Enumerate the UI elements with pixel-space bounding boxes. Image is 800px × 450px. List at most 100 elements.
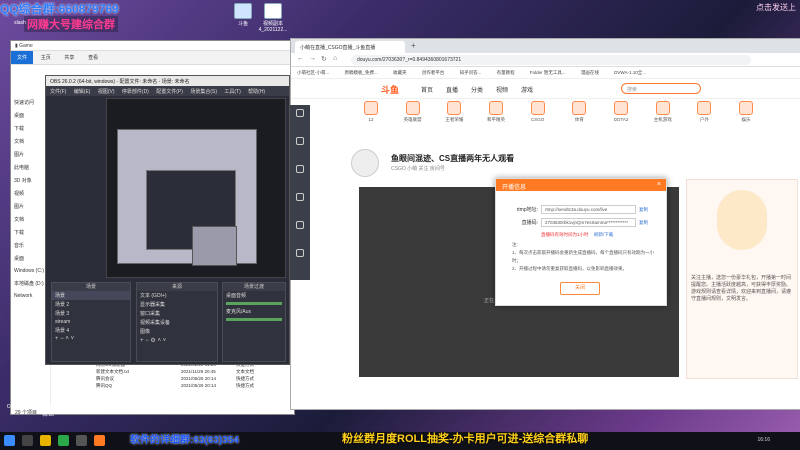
side-item[interactable] (290, 245, 310, 273)
volume-meter[interactable] (226, 318, 282, 321)
desktop-icon-slash[interactable]: slash (2, 20, 38, 26)
scene-item[interactable]: stream (52, 318, 130, 326)
new-tab-icon[interactable]: + (411, 41, 416, 50)
menu-item-edit[interactable]: 编辑(E) (74, 89, 91, 95)
bookmark-item[interactable]: 漫画在线 (581, 70, 599, 75)
start-icon[interactable] (4, 435, 15, 446)
add-icon[interactable]: + (55, 336, 59, 342)
add-icon[interactable]: + (140, 338, 144, 344)
scene-item[interactable]: 场景 3 (52, 309, 130, 318)
scene-item[interactable]: 场景 2 (52, 300, 130, 309)
ribbon-tab-home[interactable]: 主页 (35, 51, 57, 64)
bookmark-item[interactable]: 有量教程 (497, 70, 515, 75)
folder-icon[interactable] (40, 435, 51, 446)
avatar[interactable] (351, 149, 379, 177)
nav-video[interactable]: 视频 (496, 85, 508, 94)
key-row: 直播码: 2703630rbk1vjnQm7esSamma***********… (500, 218, 648, 227)
browser-tab[interactable]: 小萌在直播_CSGO直播_斗鱼直播 (295, 41, 405, 53)
source-item[interactable]: 视频采集设备 (137, 318, 217, 327)
category-item[interactable]: 户外 (684, 99, 724, 123)
clock[interactable]: 16:16 (757, 437, 770, 443)
bookmark-item[interactable]: 收藏夹 (393, 70, 407, 75)
browser-icon[interactable] (58, 435, 69, 446)
side-item[interactable] (290, 133, 310, 161)
category-item[interactable]: 体育 (559, 99, 599, 123)
file-icon (264, 3, 282, 19)
down-icon[interactable]: ˅ (71, 336, 75, 342)
volume-meter[interactable] (226, 302, 282, 305)
stream-key-field[interactable]: 2703630rbk1vjnQm7esSamma************ (541, 218, 636, 227)
obs-window: OBS 26.0.2 (64-bit, windows) - 配置文件: 未命名… (45, 75, 290, 365)
menu-item-view[interactable]: 视图(V) (98, 89, 115, 95)
category-item[interactable]: CSGO (518, 99, 558, 122)
douyu-logo[interactable]: 斗鱼 (381, 83, 399, 96)
nav-home[interactable]: 首页 (421, 85, 433, 94)
reload-icon[interactable]: ↻ (321, 55, 327, 63)
bookmark-item[interactable]: 小萌社区-小萌... (297, 70, 329, 75)
back-icon[interactable]: ← (297, 55, 304, 62)
category-item[interactable]: 和平精英 (476, 99, 516, 123)
side-item[interactable] (290, 217, 310, 245)
bookmark-item[interactable]: DVWA-1.10全... (614, 70, 646, 75)
copy-rtmp-button[interactable]: 复制 (639, 207, 648, 213)
menu-item-scene-collection[interactable]: 场景集合(S) (190, 89, 217, 95)
search-icon[interactable] (22, 435, 33, 446)
nav-category[interactable]: 分类 (471, 85, 483, 94)
side-item[interactable] (290, 189, 310, 217)
category-item[interactable]: 娱乐 (726, 99, 766, 123)
list-item[interactable]: 新建文本文档.txt 2021/11/29 20:45 文本文档 (96, 368, 296, 375)
source-item[interactable]: 图像 (137, 327, 217, 336)
search-input[interactable]: 搜索 (621, 83, 701, 94)
rtmp-label: rtmp地址: (516, 207, 538, 213)
list-item[interactable]: 腾讯QQ 2021/05/26 20:14 快捷方式 (96, 382, 296, 389)
category-label: 王者荣耀 (445, 117, 464, 122)
scene-item[interactable]: 场景 (52, 291, 130, 300)
bookmark-item[interactable]: 创作者平台 (422, 70, 445, 75)
refresh-link[interactable]: 刷新/下载 (594, 232, 613, 238)
bookmark-item[interactable]: Folder 暂无工具... (530, 70, 566, 75)
category-item[interactable]: DOTA2 (601, 99, 641, 122)
category-item[interactable]: 12 (351, 99, 391, 122)
obs-preview[interactable] (106, 98, 286, 278)
menu-item-file[interactable]: 文件(F) (50, 89, 66, 95)
up-icon[interactable]: ˄ (65, 336, 69, 342)
forward-icon[interactable]: → (309, 55, 316, 62)
copy-key-button[interactable]: 复制 (639, 220, 648, 226)
source-item[interactable]: 窗口采集 (137, 309, 217, 318)
menu-item-profile[interactable]: 配置文件(P) (156, 89, 183, 95)
explorer-ribbon: 文件 主页 共享 查看 (11, 51, 294, 65)
douyu-icon[interactable] (94, 435, 105, 446)
gear-icon[interactable]: ⚙ (150, 338, 155, 344)
address-bar[interactable]: douyu.com/2703630?_r=0.8494360801673721 (351, 55, 751, 65)
list-item[interactable]: 腾讯会议 2021/05/26 20:14 快捷方式 (96, 375, 296, 382)
category-item[interactable]: 英雄联盟 (393, 99, 433, 123)
menu-item-help[interactable]: 帮助(H) (248, 89, 265, 95)
category-item[interactable]: 王者荣耀 (434, 99, 474, 123)
source-item[interactable]: 文本 (GDI+) (137, 291, 217, 300)
source-item[interactable]: 显示器采集 (137, 300, 217, 309)
rtmp-field[interactable]: rtmp://sendtc3a.douyu.com/live (541, 205, 636, 214)
nav-live[interactable]: 直播 (446, 85, 458, 94)
menu-item-tools[interactable]: 工具(T) (224, 89, 240, 95)
nav-game[interactable]: 游戏 (521, 85, 533, 94)
menu-item-docks[interactable]: 停靠部件(D) (122, 89, 149, 95)
bookmark-item[interactable]: 知乎问答... (460, 70, 482, 75)
close-icon[interactable]: × (657, 181, 661, 188)
up-icon[interactable]: ˄ (157, 338, 161, 344)
down-icon[interactable]: ˅ (163, 338, 167, 344)
category-item[interactable]: 主机游戏 (643, 99, 683, 123)
bookmark-item[interactable]: 原稿模板_免费... (345, 70, 378, 75)
desktop-icon-video[interactable]: 视频副本4_2021122... (252, 3, 294, 33)
obs-icon[interactable] (76, 435, 87, 446)
remove-icon[interactable]: − (145, 338, 149, 344)
close-button[interactable]: 关闭 (560, 282, 600, 295)
side-item[interactable] (290, 105, 310, 133)
remove-icon[interactable]: − (60, 336, 64, 342)
scene-item[interactable]: 场景 4 (52, 326, 130, 335)
side-item[interactable] (290, 161, 310, 189)
desktop-icon-textfile[interactable]: 新建文本文档.txt (30, 404, 66, 418)
home-icon[interactable]: ⌂ (333, 55, 337, 62)
ribbon-tab-file[interactable]: 文件 (11, 51, 34, 64)
ribbon-tab-view[interactable]: 查看 (82, 51, 104, 64)
ribbon-tab-share[interactable]: 共享 (58, 51, 80, 64)
